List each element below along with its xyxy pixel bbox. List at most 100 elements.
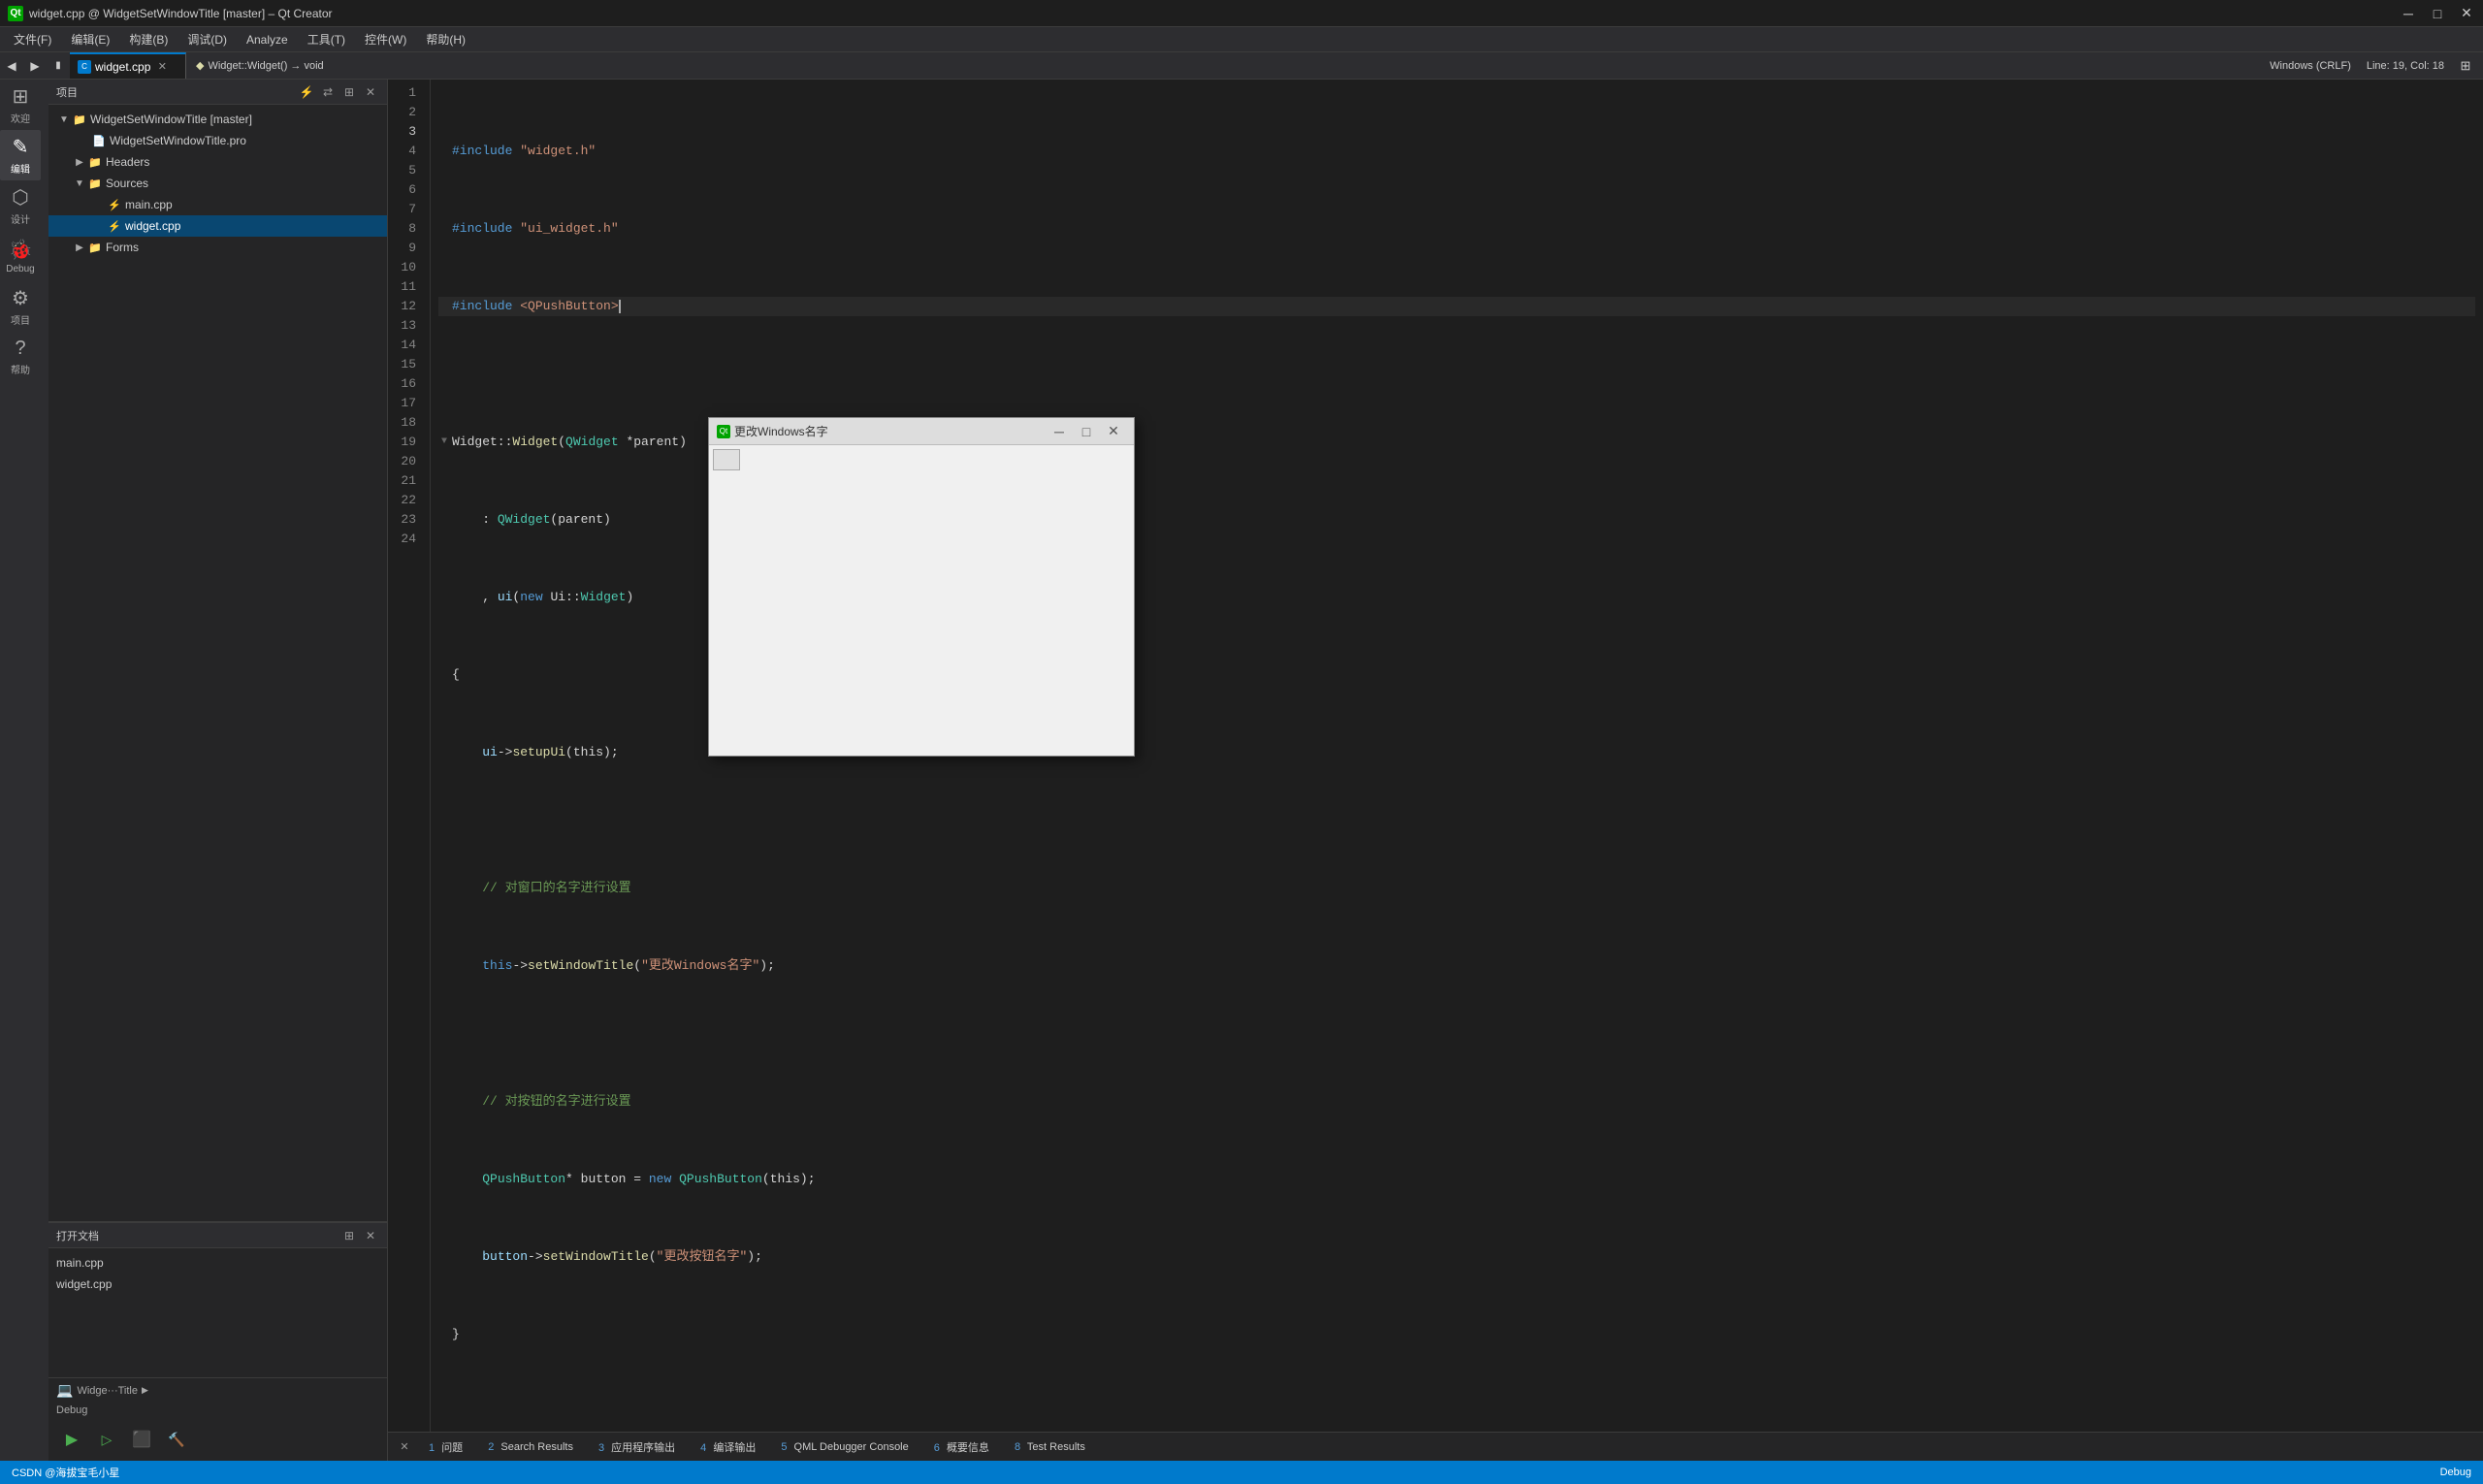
help-label: 帮助 xyxy=(11,362,30,376)
file-tree-section: 项目 ⚡ ⇄ ⊞ ✕ ▼ 📁 WidgetSetWindo xyxy=(48,80,387,1221)
status-bar: CSDN @海拔宝毛小星 Debug xyxy=(0,1461,2483,1484)
popup-close[interactable]: ✕ xyxy=(1101,422,1126,441)
menu-build[interactable]: 构建(B) xyxy=(119,27,177,51)
bottom-tab-search[interactable]: 2 Search Results xyxy=(478,1439,583,1455)
token: QPushButton xyxy=(679,1170,762,1189)
popup-titlebar-btns: ─ □ ✕ xyxy=(1047,422,1126,441)
token xyxy=(452,956,482,976)
token: (this); xyxy=(565,743,619,762)
filter-button[interactable]: ⚡ xyxy=(298,83,315,101)
menu-file[interactable]: 文件(F) xyxy=(4,27,61,51)
token: ( xyxy=(649,1247,657,1267)
bottom-tab-problems[interactable]: 1 问题 xyxy=(419,1437,472,1457)
run-debug-button[interactable]: ▷ xyxy=(91,1424,122,1455)
ln-17: 17 xyxy=(388,394,422,413)
bottom-tab-compile[interactable]: 4 编译输出 xyxy=(691,1437,765,1457)
code-editor[interactable]: 1 2 3 4 5 6 7 8 9 10 11 12 13 14 xyxy=(388,80,2483,1432)
tab-num-5: 5 xyxy=(781,1441,787,1453)
minimize-button[interactable]: ─ xyxy=(2400,7,2417,20)
bottom-tab-qml[interactable]: 5 QML Debugger Console xyxy=(771,1439,918,1455)
widget-cpp-icon: ⚡ xyxy=(107,218,122,234)
sidebar-item-project[interactable]: ⚙ 项目 xyxy=(0,281,41,332)
menu-analyze[interactable]: Analyze xyxy=(237,27,298,51)
token: } xyxy=(452,1325,460,1344)
sidebar-item-design[interactable]: ⬡ 设计 xyxy=(0,180,41,231)
bottom-tab-test[interactable]: 8 Test Results xyxy=(1005,1439,1095,1455)
root-folder-icon: 📁 xyxy=(72,112,87,127)
open-doc-widget-cpp[interactable]: widget.cpp xyxy=(48,1274,387,1295)
welcome-icon: ⊞ xyxy=(13,84,29,109)
bottom-panel: ✕ 1 问题 2 Search Results 3 应用程序输出 4 编译输出 xyxy=(388,1432,2483,1461)
code-line-17: } xyxy=(438,1325,2475,1344)
kit-label: Widge···Title xyxy=(77,1385,138,1397)
tree-pro-file[interactable]: 📄 WidgetSetWindowTitle.pro xyxy=(48,130,387,151)
tab-num-1: 1 xyxy=(429,1442,435,1454)
close-button[interactable]: ✕ xyxy=(2458,7,2475,20)
bottom-panel-close[interactable]: ✕ xyxy=(396,1438,413,1456)
token: "ui_widget.h" xyxy=(520,219,618,239)
menu-tools[interactable]: 工具(T) xyxy=(298,27,355,51)
fold-5[interactable]: ▼ xyxy=(438,433,450,452)
token: setWindowTitle xyxy=(528,956,633,976)
bottom-tab-appoutput[interactable]: 3 应用程序输出 xyxy=(589,1437,685,1457)
tab-next-button[interactable]: ▶ xyxy=(23,52,47,79)
forms-folder-label: Forms xyxy=(106,241,139,254)
sources-folder-label: Sources xyxy=(106,177,148,190)
tree-forms-folder[interactable]: ▶ 📁 Forms xyxy=(48,237,387,258)
build-button[interactable]: 🔨 xyxy=(161,1424,192,1455)
ln-3: 3 xyxy=(388,122,422,142)
split-editor-button[interactable]: ⊞ xyxy=(2454,54,2477,78)
open-docs-filter[interactable]: ⊞ xyxy=(340,1227,358,1244)
sync-button[interactable]: ⇄ xyxy=(319,83,337,101)
code-line-14: // 对按钮的名字进行设置 xyxy=(438,1092,2475,1112)
tree-root[interactable]: ▼ 📁 WidgetSetWindowTitle [master] xyxy=(48,109,387,130)
token: ); xyxy=(759,956,775,976)
status-build-mode[interactable]: Debug xyxy=(2436,1467,2475,1478)
sidebar-item-welcome[interactable]: ⊞ 欢迎 xyxy=(0,80,41,130)
popup-minimize[interactable]: ─ xyxy=(1047,422,1072,441)
tree-widget-cpp[interactable]: ⚡ widget.cpp xyxy=(48,215,387,237)
open-docs-close[interactable]: ✕ xyxy=(362,1227,379,1244)
tab-num-3: 3 xyxy=(598,1442,604,1454)
bottom-tab-summary[interactable]: 6 概要信息 xyxy=(924,1437,999,1457)
sidebar-item-help[interactable]: ? 帮助 xyxy=(0,332,41,382)
debug-kit-label: Debug xyxy=(56,1404,87,1416)
tab-widget-cpp[interactable]: C widget.cpp ✕ xyxy=(70,52,186,79)
status-kit[interactable]: CSDN @海拔宝毛小星 xyxy=(8,1465,123,1480)
tab-label-problems: 问题 xyxy=(441,1442,463,1454)
sidebar-item-edit[interactable]: ✎ 编辑 xyxy=(0,130,41,180)
dock-button[interactable]: ⊞ xyxy=(340,83,358,101)
tab-bar: ◀ ▶ ▮ C widget.cpp ✕ ◆ Widget::Widget() … xyxy=(0,52,2483,80)
run-button[interactable]: ▶ xyxy=(56,1424,87,1455)
tree-sources-folder[interactable]: ▼ 📁 Sources xyxy=(48,173,387,194)
encoding-label: Windows (CRLF) xyxy=(2264,60,2357,72)
menu-bar: 文件(F) 编辑(E) 构建(B) 调试(D) Analyze 工具(T) 控件… xyxy=(0,27,2483,52)
tab-prev-button[interactable]: ◀ xyxy=(0,52,23,79)
popup-titlebar: Qt 更改Windows名字 ─ □ ✕ xyxy=(709,418,1134,445)
menu-edit[interactable]: 编辑(E) xyxy=(61,27,119,51)
sidebar-item-debug[interactable]: 🐞 Debug xyxy=(0,231,41,281)
token: // 对窗口的名字进行设置 xyxy=(452,879,631,898)
tree-headers-folder[interactable]: ▶ 📁 Headers xyxy=(48,151,387,173)
token: -> xyxy=(528,1247,543,1267)
tab-close-button[interactable]: ✕ xyxy=(154,59,170,75)
token: QWidget xyxy=(498,510,551,530)
menu-help[interactable]: 帮助(H) xyxy=(416,27,475,51)
open-doc-main-cpp[interactable]: main.cpp xyxy=(48,1252,387,1274)
cpp-file-icon: C xyxy=(78,60,91,74)
stop-button[interactable]: ⬛ xyxy=(126,1424,157,1455)
ln-15: 15 xyxy=(388,355,422,374)
open-docs-section: 打开文档 ⊞ ✕ main.cpp widget.cpp xyxy=(48,1222,387,1377)
main-cpp-icon: ⚡ xyxy=(107,197,122,212)
tree-main-cpp[interactable]: ⚡ main.cpp xyxy=(48,194,387,215)
tab-label-compile: 编译输出 xyxy=(713,1442,756,1454)
ln-21: 21 xyxy=(388,471,422,491)
debug-kit: Debug xyxy=(48,1403,387,1418)
tab-menu-button[interactable]: ▮ xyxy=(47,52,70,79)
popup-maximize[interactable]: □ xyxy=(1074,422,1099,441)
token: -> xyxy=(512,956,528,976)
menu-controls[interactable]: 控件(W) xyxy=(355,27,416,51)
maximize-button[interactable]: □ xyxy=(2429,7,2446,20)
close-panel-button[interactable]: ✕ xyxy=(362,83,379,101)
menu-debug[interactable]: 调试(D) xyxy=(177,27,237,51)
